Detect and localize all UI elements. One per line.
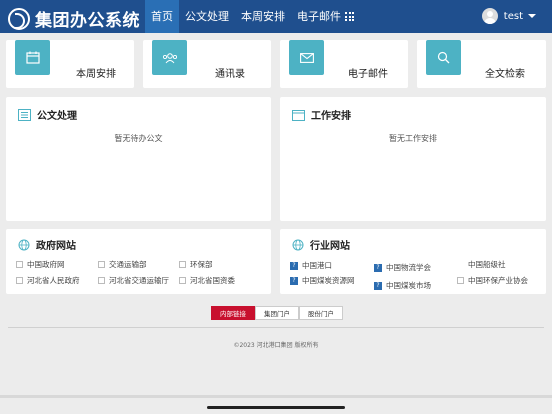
work-schedule-panel: 工作安排 暂无工作安排 xyxy=(280,97,546,221)
industry-sites-panel: 行业网站 ? 中国港口 ? 中国物流学会 中国船级社 ? 中国煤炭资源网 ? 中国煤炭市… xyxy=(280,229,546,294)
quick-link-contacts[interactable]: 通讯录 xyxy=(143,40,271,88)
site-favicon-icon xyxy=(179,261,186,268)
site-favicon-icon: ? xyxy=(374,263,382,272)
main-nav: 首页 公文处理 本周安排 电子邮件 xyxy=(145,0,347,33)
app-logo[interactable]: 集团办公系统 xyxy=(8,6,140,31)
tab-internal-links[interactable]: 内部链接 xyxy=(211,306,255,320)
app-title: 集团办公系统 xyxy=(35,11,140,31)
industry-link-label: 中国煤炭市场 xyxy=(386,281,431,290)
industry-link[interactable]: ? 中国物流学会 xyxy=(374,262,431,273)
tab-group-portal[interactable]: 集团门户 xyxy=(255,306,299,320)
gov-link-label: 河北省国资委 xyxy=(190,276,235,285)
documents-panel-header: 公文处理 xyxy=(18,107,77,122)
gov-link-label: 河北省交通运输厅 xyxy=(109,276,169,285)
bottom-strip xyxy=(0,395,552,398)
quick-link-weekly-schedule[interactable]: 本周安排 xyxy=(6,40,134,88)
nav-item-documents[interactable]: 公文处理 xyxy=(179,0,235,33)
logo-mark-icon xyxy=(8,7,30,30)
gov-link[interactable]: 中国政府网 xyxy=(16,259,65,270)
quick-link-email[interactable]: 电子邮件 xyxy=(280,40,408,88)
nav-item-home[interactable]: 首页 xyxy=(145,0,179,33)
documents-empty-text: 暂无待办公文 xyxy=(114,134,163,143)
chevron-down-icon xyxy=(528,14,536,18)
calendar-icon xyxy=(15,40,50,75)
gov-link[interactable]: 交通运输部 xyxy=(98,259,147,270)
work-panel-header: 工作安排 xyxy=(292,107,351,122)
site-favicon-icon xyxy=(16,277,23,284)
gov-link-label: 河北省人民政府 xyxy=(27,276,80,285)
search-icon xyxy=(426,40,461,75)
quick-link-label: 电子邮件 xyxy=(348,69,388,80)
industry-link[interactable]: 中国船级社 xyxy=(468,259,506,270)
calendar-icon xyxy=(292,109,305,121)
apps-grid-icon[interactable] xyxy=(345,12,354,21)
nav-item-weekly-schedule[interactable]: 本周安排 xyxy=(235,0,291,33)
gov-link-label: 交通运输部 xyxy=(109,260,147,269)
globe-icon xyxy=(18,239,30,251)
industry-link-label: 中国环保产业协会 xyxy=(468,276,528,285)
nav-item-email[interactable]: 电子邮件 xyxy=(291,0,347,33)
quick-link-label: 本周安排 xyxy=(76,69,116,80)
site-favicon-icon xyxy=(457,277,464,284)
contacts-icon xyxy=(152,40,187,75)
copyright-text: ©2023 河北港口集团 版权所有 xyxy=(233,342,319,349)
government-sites-panel: 政府网站 中国政府网 交通运输部 环保部 河北省人民政府 河北省交通运输厅 河北… xyxy=(6,229,271,294)
industry-link-label: 中国煤炭资源网 xyxy=(302,276,355,285)
user-menu[interactable]: test xyxy=(481,8,536,24)
footer-divider xyxy=(8,327,544,328)
industry-link-label: 中国物流学会 xyxy=(386,263,431,272)
industry-link[interactable]: 中国环保产业协会 xyxy=(457,275,528,286)
documents-panel: 公文处理 暂无待办公文 xyxy=(6,97,271,221)
industry-link-label: 中国港口 xyxy=(302,261,332,270)
site-favicon-icon: ? xyxy=(290,276,298,285)
site-favicon-icon xyxy=(98,277,105,284)
site-favicon-icon: ? xyxy=(290,261,298,270)
gov-link-label: 中国政府网 xyxy=(27,260,65,269)
gov-sites-title: 政府网站 xyxy=(36,241,76,252)
industry-link-label: 中国船级社 xyxy=(468,260,506,269)
site-favicon-icon: ? xyxy=(374,281,382,290)
industry-link[interactable]: ? 中国港口 xyxy=(290,260,332,271)
gov-link[interactable]: 河北省国资委 xyxy=(179,275,235,286)
site-favicon-icon xyxy=(98,261,105,268)
quick-link-label: 通讯录 xyxy=(215,69,245,80)
gov-link[interactable]: 河北省人民政府 xyxy=(16,275,80,286)
work-panel-title: 工作安排 xyxy=(311,111,351,122)
industry-link[interactable]: ? 中国煤炭市场 xyxy=(374,280,431,291)
site-favicon-icon xyxy=(16,261,23,268)
quick-link-fulltext-search[interactable]: 全文检索 xyxy=(417,40,546,88)
tab-shares-portal[interactable]: 股份门户 xyxy=(299,306,343,320)
mail-icon xyxy=(289,40,324,75)
document-list-icon xyxy=(18,108,31,121)
footer-link-tabs: 内部链接 集团门户 股份门户 xyxy=(211,306,343,320)
gov-link[interactable]: 环保部 xyxy=(179,259,213,270)
gov-link-label: 环保部 xyxy=(190,260,213,269)
gov-link[interactable]: 河北省交通运输厅 xyxy=(98,275,169,286)
home-indicator[interactable] xyxy=(207,406,345,409)
gov-sites-header: 政府网站 xyxy=(18,237,76,252)
industry-link[interactable]: ? 中国煤炭资源网 xyxy=(290,275,355,286)
avatar xyxy=(481,8,498,24)
work-empty-text: 暂无工作安排 xyxy=(389,134,437,143)
quick-link-label: 全文检索 xyxy=(485,69,525,80)
documents-panel-title: 公文处理 xyxy=(37,111,77,122)
user-name: test xyxy=(503,10,523,22)
top-navigation-bar: 集团办公系统 首页 公文处理 本周安排 电子邮件 test xyxy=(0,0,552,33)
site-favicon-icon xyxy=(179,277,186,284)
